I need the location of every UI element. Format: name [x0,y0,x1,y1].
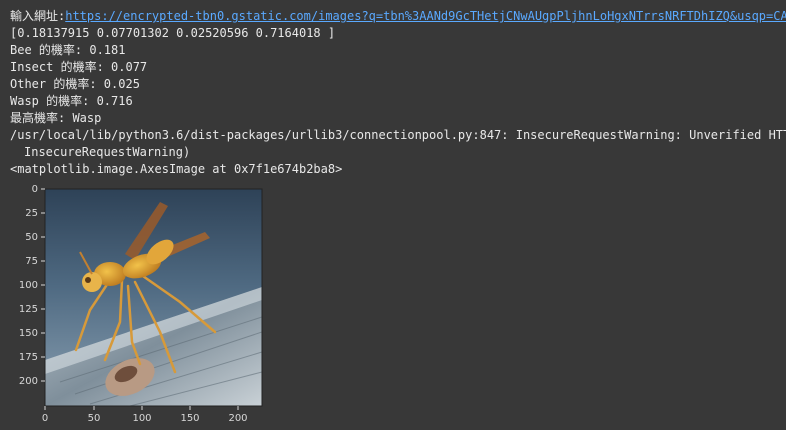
y-tick-label: 100 [19,280,38,291]
prob-line-insect: Insect 的機率: 0.077 [10,60,148,74]
x-tick-label: 100 [132,413,151,424]
warning-line: /usr/local/lib/python3.6/dist-packages/u… [10,128,786,142]
y-axis: 0 25 50 75 100 125 150 175 200 [19,184,45,387]
y-tick-label: 25 [25,208,38,219]
x-axis: 0 50 100 150 200 [42,406,248,424]
y-tick-label: 150 [19,328,38,339]
y-tick-label: 0 [32,184,38,195]
top-prediction: 最高機率: Wasp [10,111,102,125]
probabilities-array: [0.18137915 0.07701302 0.02520596 0.7164… [10,26,336,40]
warning-continuation: InsecureRequestWarning) [24,145,191,159]
input-url-line: 輸入網址:https://encrypted-tbn0.gstatic.com/… [10,8,786,25]
prob-line-other: Other 的機率: 0.025 [10,77,140,91]
x-tick-label: 50 [88,413,101,424]
y-tick-label: 50 [25,232,38,243]
cell-output: 輸入網址:https://encrypted-tbn0.gstatic.com/… [10,8,786,178]
plot-svg: 0 25 50 75 100 125 150 175 200 0 50 100 … [19,184,263,424]
prob-line-wasp: Wasp 的機率: 0.716 [10,94,133,108]
axes-image-repr: <matplotlib.image.AxesImage at 0x7f1e674… [10,162,343,176]
y-tick-label: 175 [19,352,38,363]
y-tick-label: 200 [19,376,38,387]
prob-line-bee: Bee 的機率: 0.181 [10,43,126,57]
x-tick-label: 200 [228,413,247,424]
x-tick-label: 0 [42,413,48,424]
input-url-label: 輸入網址: [10,9,66,23]
wasp-photo [45,189,262,406]
input-url-link[interactable]: https://encrypted-tbn0.gstatic.com/image… [65,9,786,23]
matplotlib-figure: 0 25 50 75 100 125 150 175 200 0 50 100 … [0,182,290,430]
x-tick-label: 150 [180,413,199,424]
y-tick-label: 125 [19,304,38,315]
y-tick-label: 75 [25,256,38,267]
